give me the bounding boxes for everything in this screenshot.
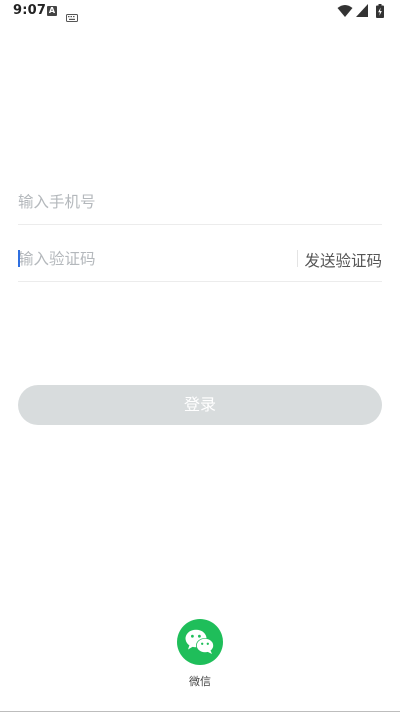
wifi-icon	[337, 5, 353, 17]
keyboard-icon	[66, 7, 78, 22]
status-time: 9:07	[13, 3, 47, 18]
code-field: 发送验证码	[18, 238, 382, 282]
battery-charging-icon	[376, 4, 384, 18]
login-button[interactable]: 登录	[18, 385, 382, 425]
phone-input[interactable]	[18, 181, 382, 223]
status-bar: 9:07 A	[0, 0, 400, 24]
wechat-label: 微信	[189, 675, 211, 688]
text-cursor	[18, 250, 20, 267]
signal-icon	[356, 4, 368, 17]
code-input[interactable]	[18, 238, 288, 280]
status-icons	[337, 4, 389, 20]
send-code-button[interactable]: 发送验证码	[304, 249, 382, 271]
phone-field	[18, 181, 382, 225]
field-divider	[297, 250, 298, 267]
wechat-icon	[185, 629, 214, 654]
login-screen: 9:07 A 输入手机号 输入验证码 发送验证码 登录 微信	[0, 0, 400, 712]
wechat-login-button[interactable]	[177, 619, 223, 665]
a-notification-icon: A	[47, 6, 57, 16]
